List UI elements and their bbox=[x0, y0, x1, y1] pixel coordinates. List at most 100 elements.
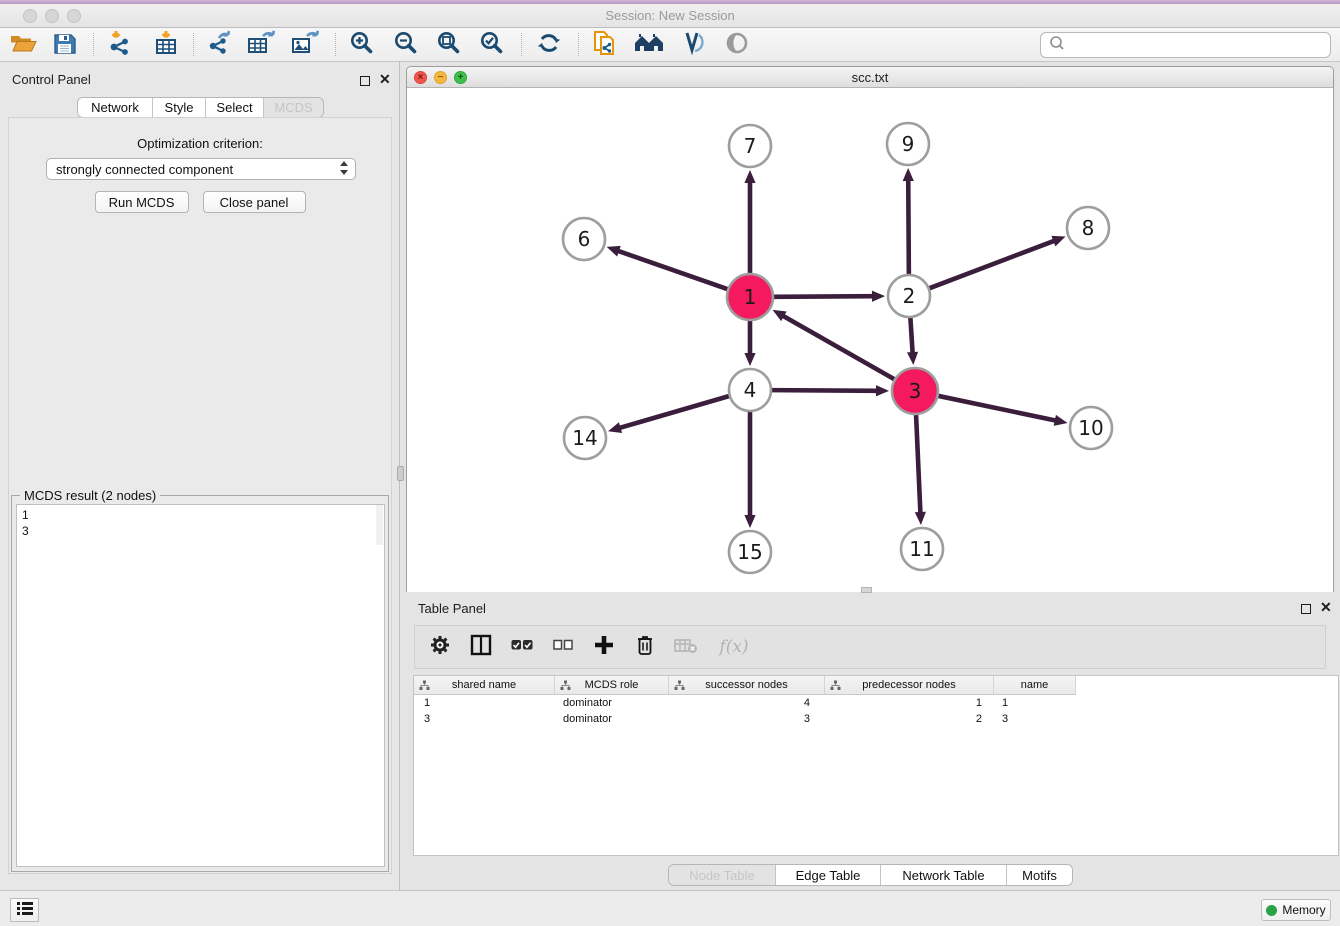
control-panel-float-icon[interactable] bbox=[360, 73, 370, 91]
table-cell[interactable]: dominator bbox=[555, 695, 669, 711]
table-cell[interactable]: 2 bbox=[825, 711, 994, 727]
node-4[interactable]: 4 bbox=[729, 369, 771, 411]
tab-network-table[interactable]: Network Table bbox=[880, 865, 1006, 885]
node-label: 8 bbox=[1082, 216, 1095, 240]
node-1[interactable]: 1 bbox=[727, 274, 773, 320]
table-panel-float-icon[interactable] bbox=[1301, 601, 1311, 619]
toolbar-separator bbox=[93, 33, 94, 56]
edge-2-8[interactable] bbox=[930, 236, 1066, 288]
zoom-fit-button[interactable] bbox=[432, 30, 466, 60]
delete-table-button-disabled[interactable] bbox=[673, 634, 699, 660]
export-image-button[interactable] bbox=[288, 30, 322, 60]
search-box[interactable] bbox=[1040, 32, 1331, 58]
network-from-selection-button[interactable] bbox=[588, 30, 622, 60]
open-session-button[interactable] bbox=[6, 30, 40, 60]
node-2[interactable]: 2 bbox=[888, 275, 930, 317]
network-minimize-button[interactable]: − bbox=[434, 71, 447, 84]
edge-1-4[interactable] bbox=[744, 321, 755, 366]
column-header-predecessor-nodes[interactable]: predecessor nodes bbox=[825, 676, 994, 695]
main-toolbar bbox=[0, 28, 1340, 62]
tab-node-table[interactable]: Node Table bbox=[669, 865, 775, 885]
node-3[interactable]: 3 bbox=[892, 368, 938, 414]
function-builder-button-disabled[interactable]: f(x) bbox=[714, 634, 754, 660]
node-8[interactable]: 8 bbox=[1067, 207, 1109, 249]
create-column-button[interactable] bbox=[591, 634, 617, 660]
edge-3-10[interactable] bbox=[938, 396, 1067, 426]
node-14[interactable]: 14 bbox=[564, 417, 606, 459]
table-cell[interactable]: dominator bbox=[555, 711, 669, 727]
table-settings-button[interactable] bbox=[427, 634, 453, 660]
edge-3-1[interactable] bbox=[773, 310, 895, 379]
control-panel-close-icon[interactable]: ✕ bbox=[379, 73, 391, 85]
edge-4-15[interactable] bbox=[744, 412, 755, 528]
tab-style[interactable]: Style bbox=[152, 98, 205, 117]
delete-column-button[interactable] bbox=[632, 634, 658, 660]
edge-4-3[interactable] bbox=[772, 385, 889, 396]
tab-select[interactable]: Select bbox=[205, 98, 263, 117]
run-mcds-button[interactable]: Run MCDS bbox=[95, 191, 189, 213]
zoom-in-button[interactable] bbox=[345, 30, 379, 60]
node-9[interactable]: 9 bbox=[887, 123, 929, 165]
refresh-button[interactable] bbox=[532, 30, 566, 60]
bird-view-button[interactable] bbox=[720, 30, 754, 60]
task-history-button[interactable] bbox=[10, 898, 39, 922]
edge-2-3[interactable] bbox=[907, 318, 918, 365]
node-10[interactable]: 10 bbox=[1070, 407, 1112, 449]
column-header-successor-nodes[interactable]: successor nodes bbox=[669, 676, 825, 695]
edge-2-9[interactable] bbox=[903, 168, 914, 274]
vertical-scrollbar-thumb[interactable] bbox=[397, 466, 404, 481]
horizontal-divider-handle[interactable] bbox=[861, 587, 872, 593]
edge-1-2[interactable] bbox=[774, 291, 885, 302]
control-panel-tabs: NetworkStyleSelectMCDS bbox=[77, 97, 324, 118]
save-session-button[interactable] bbox=[48, 30, 82, 60]
node-6[interactable]: 6 bbox=[563, 218, 605, 260]
node-11[interactable]: 11 bbox=[901, 528, 943, 570]
network-canvas[interactable]: 7 9 6 8 1 2 4 3 14 10 15 11 bbox=[407, 88, 1333, 592]
table-cell[interactable]: 1 bbox=[825, 695, 994, 711]
table-cell[interactable]: 1 bbox=[994, 695, 1076, 711]
show-columns-button[interactable] bbox=[468, 634, 494, 660]
table-cell[interactable]: 4 bbox=[669, 695, 825, 711]
table-cell[interactable]: 3 bbox=[669, 711, 825, 727]
column-header-shared-name[interactable]: shared name bbox=[414, 676, 555, 695]
edge-1-7[interactable] bbox=[744, 170, 755, 273]
import-table-button[interactable] bbox=[149, 30, 183, 60]
memory-button[interactable]: Memory bbox=[1261, 899, 1331, 921]
tab-edge-table[interactable]: Edge Table bbox=[775, 865, 880, 885]
network-window-titlebar[interactable]: × − + scc.txt bbox=[407, 67, 1333, 88]
zoom-selected-button[interactable] bbox=[475, 30, 509, 60]
graphics-details-button[interactable] bbox=[675, 30, 709, 60]
tab-network[interactable]: Network bbox=[78, 98, 152, 117]
column-header-MCDS-role[interactable]: MCDS role bbox=[555, 676, 669, 695]
home-layout-button[interactable] bbox=[632, 30, 666, 60]
export-table-button[interactable] bbox=[244, 30, 278, 60]
select-all-button[interactable] bbox=[509, 634, 535, 660]
tab-mcds[interactable]: MCDS bbox=[263, 98, 323, 117]
zoom-out-button[interactable] bbox=[389, 30, 423, 60]
result-scrollbar[interactable] bbox=[376, 505, 383, 545]
table-panel: Table Panel ✕ f(x) shared nameMCDS roles… bbox=[406, 596, 1340, 890]
network-close-button[interactable]: × bbox=[414, 71, 427, 84]
column-header-name[interactable]: name bbox=[994, 676, 1076, 695]
search-input[interactable] bbox=[1067, 35, 1330, 55]
table-cell[interactable]: 3 bbox=[414, 711, 555, 727]
deselect-all-button[interactable] bbox=[550, 634, 576, 660]
table-row[interactable]: 3dominator323 bbox=[414, 711, 1338, 727]
table-cell[interactable]: 3 bbox=[994, 711, 1076, 727]
node-7[interactable]: 7 bbox=[729, 125, 771, 167]
table-cell[interactable]: 1 bbox=[414, 695, 555, 711]
tab-motifs[interactable]: Motifs bbox=[1006, 865, 1072, 885]
edge-1-6[interactable] bbox=[607, 246, 728, 289]
edge-4-14[interactable] bbox=[608, 396, 729, 433]
houses-icon bbox=[633, 31, 665, 60]
table-panel-close-icon[interactable]: ✕ bbox=[1320, 601, 1332, 613]
edge-3-11[interactable] bbox=[915, 415, 926, 525]
export-network-button[interactable] bbox=[203, 30, 237, 60]
network-maximize-button[interactable]: + bbox=[454, 71, 467, 84]
mcds-result-text[interactable]: 1 3 bbox=[16, 504, 385, 867]
close-panel-button[interactable]: Close panel bbox=[203, 191, 306, 213]
import-network-button[interactable] bbox=[103, 30, 137, 60]
node-15[interactable]: 15 bbox=[729, 531, 771, 573]
table-row[interactable]: 1dominator411 bbox=[414, 695, 1338, 711]
criterion-dropdown[interactable]: strongly connected component bbox=[46, 158, 356, 180]
